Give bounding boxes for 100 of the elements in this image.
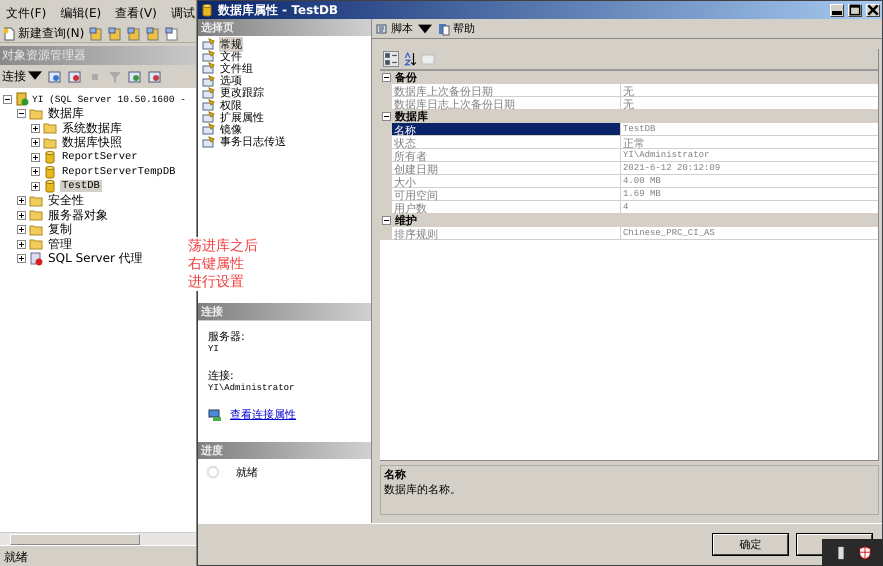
page-icon <box>202 61 216 76</box>
menu-item[interactable]: 文件(F) <box>4 5 48 22</box>
property-value: 1.69 MB <box>622 188 662 200</box>
progress-status: 就绪 <box>236 465 258 481</box>
section-header: 进度 <box>198 442 371 459</box>
collapse-icon[interactable] <box>17 109 26 118</box>
page-icon <box>202 134 216 149</box>
script-icon <box>375 22 389 36</box>
expand-icon[interactable] <box>17 225 26 234</box>
collapse-icon[interactable] <box>382 72 391 82</box>
tree-item[interactable]: 复制 <box>46 221 74 238</box>
property-name[interactable]: 可用空间 <box>392 188 621 200</box>
property-value: Chinese_PRC_CI_AS <box>622 227 716 239</box>
tree-item[interactable]: YI (SQL Server 10.50.1600 - <box>32 94 186 105</box>
property-name[interactable]: 名称 <box>392 123 621 135</box>
connection-properties-link[interactable]: 查看连接属性 <box>230 407 296 422</box>
folder-icon <box>29 194 43 208</box>
toolbar-icon <box>108 26 122 40</box>
toolbar-icon <box>146 26 160 40</box>
collapse-icon[interactable] <box>3 94 12 104</box>
script-button[interactable]: 脚本 <box>375 21 413 36</box>
help-icon <box>437 22 451 36</box>
folder-icon <box>29 237 43 252</box>
shield-icon <box>858 546 872 560</box>
spinner-icon <box>206 465 220 479</box>
horizontal-scrollbar[interactable] <box>0 532 196 545</box>
collapse-icon[interactable] <box>382 216 391 224</box>
tree-item[interactable]: 数据库 <box>46 105 86 122</box>
refresh-icon <box>128 70 142 84</box>
collapse-icon[interactable] <box>382 112 391 120</box>
page-icon <box>202 110 216 124</box>
expand-icon[interactable] <box>31 182 40 191</box>
menu-item[interactable]: 调试 <box>168 5 196 22</box>
expand-icon[interactable] <box>31 124 40 133</box>
tree-item[interactable]: TestDB <box>60 180 102 192</box>
category-label: 数据库 <box>395 110 428 124</box>
property-name[interactable]: 排序规则 <box>392 227 621 239</box>
page-item[interactable]: 事务日志传送 <box>219 134 287 150</box>
tree-item[interactable]: 数据库快照 <box>60 134 124 152</box>
sort-button[interactable] <box>402 51 418 67</box>
property-value: 4 <box>622 201 630 213</box>
description-title: 名称 <box>384 467 407 482</box>
tree-item[interactable]: SQL Server 代理 <box>46 250 145 268</box>
expand-icon[interactable] <box>17 196 26 206</box>
tree-item[interactable]: 服务器对象 <box>46 206 110 224</box>
menu-item[interactable]: 编辑(E) <box>58 5 104 22</box>
tree-item[interactable]: 管理 <box>46 236 74 253</box>
toolbar-icon <box>165 26 180 40</box>
property-name[interactable]: 数据库日志上次备份日期 <box>392 97 621 109</box>
maximize-icon <box>848 3 862 17</box>
expand-icon[interactable] <box>31 167 40 176</box>
help-button[interactable]: 帮助 <box>437 21 475 36</box>
field-value: YI <box>208 344 220 354</box>
page-icon <box>202 98 216 112</box>
property-value: 无 <box>622 97 635 109</box>
property-name[interactable]: 所有者 <box>392 149 621 161</box>
section-header: 选择页 <box>198 19 371 36</box>
agent-icon <box>29 252 43 266</box>
property-value: YI\Administrator <box>622 149 710 161</box>
page-icon <box>202 74 216 88</box>
filter-icon <box>108 70 122 84</box>
new-query-button[interactable]: 新建查询(N) <box>2 25 84 42</box>
field-label: 服务器: <box>208 329 246 344</box>
tree-item[interactable]: ReportServerTempDB <box>60 166 178 178</box>
folder-icon <box>29 222 43 237</box>
expand-icon[interactable] <box>31 138 40 148</box>
folder-icon <box>43 121 57 136</box>
ok-button[interactable]: 确定 <box>713 534 788 555</box>
property-name[interactable]: 创建日期 <box>392 162 621 174</box>
property-name[interactable]: 状态 <box>392 136 621 148</box>
page-icon <box>202 49 216 64</box>
folder-icon <box>43 136 57 150</box>
property-name[interactable]: 数据库上次备份日期 <box>392 84 621 96</box>
close-icon <box>866 3 880 17</box>
maximize-button[interactable] <box>848 4 862 16</box>
connect-icon <box>48 70 62 84</box>
summary-icon <box>148 70 162 84</box>
field-label: 连接: <box>208 368 235 383</box>
property-name[interactable]: 大小 <box>392 175 621 187</box>
property-pages-icon <box>421 52 435 66</box>
page-icon <box>202 37 216 52</box>
minimize-button[interactable] <box>830 4 844 16</box>
document-icon <box>2 26 16 40</box>
expand-icon[interactable] <box>17 240 26 249</box>
menu-item[interactable]: 查看(V) <box>113 5 159 22</box>
categorized-button[interactable] <box>383 51 399 67</box>
tree-item[interactable]: 系统数据库 <box>60 120 124 137</box>
database-icon <box>200 3 214 17</box>
property-name[interactable]: 用户数 <box>392 201 621 213</box>
status-text: 就绪 <box>0 545 196 566</box>
expand-icon[interactable] <box>17 254 26 264</box>
page-item[interactable]: 常规 <box>219 36 243 52</box>
expand-icon[interactable] <box>31 152 40 162</box>
expand-icon[interactable] <box>17 210 26 220</box>
property-value: 2021-6-12 20:12:09 <box>622 162 722 174</box>
close-button[interactable] <box>866 4 880 16</box>
tree-item[interactable]: 安全性 <box>46 192 86 210</box>
connect-button[interactable]: 连接 <box>2 68 42 85</box>
tree-item[interactable]: ReportServer <box>60 151 140 164</box>
database-icon <box>43 150 57 164</box>
